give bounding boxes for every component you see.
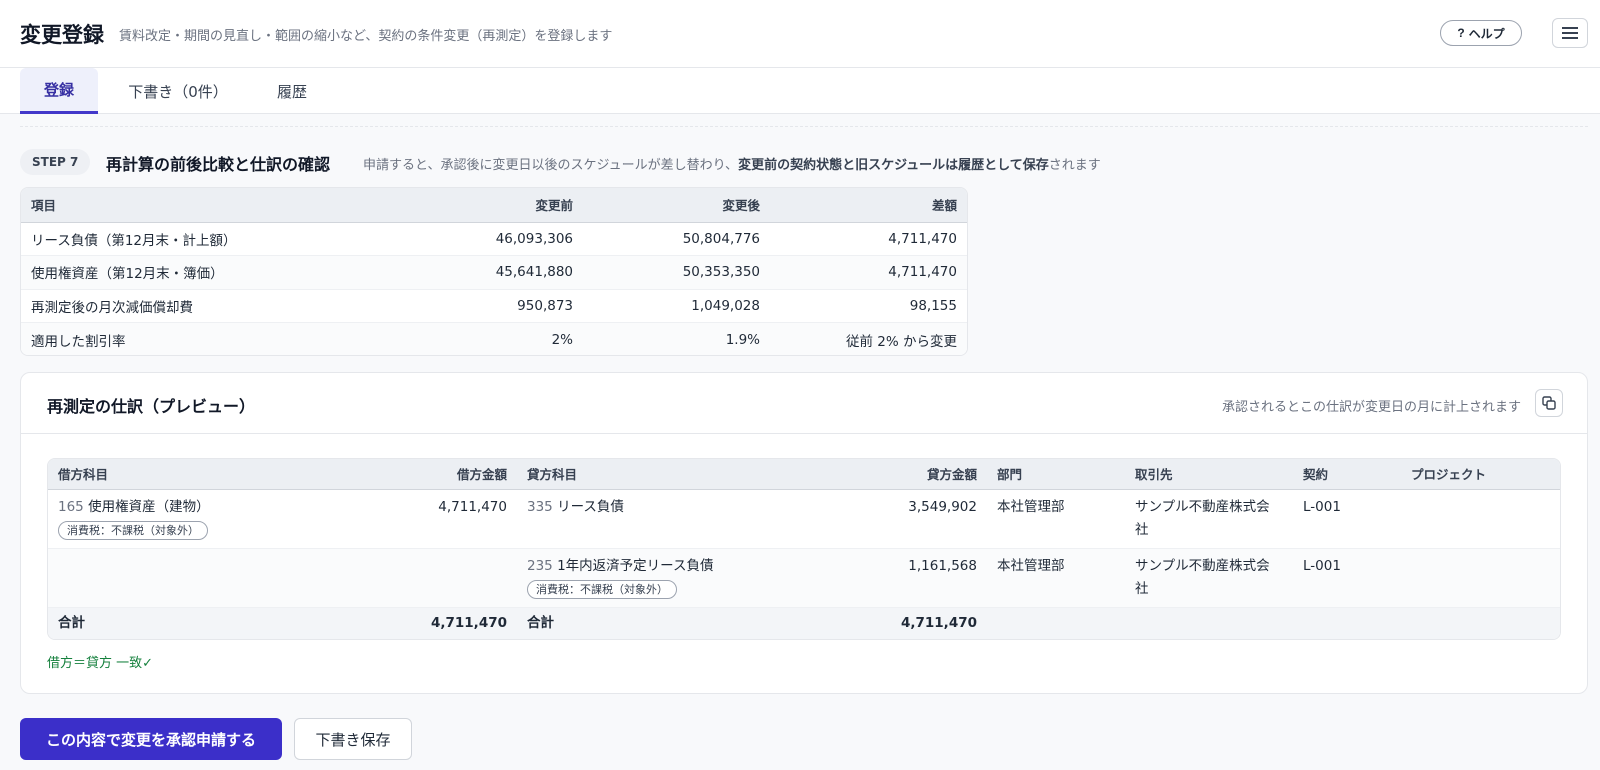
cell-after: 50,353,350	[583, 255, 770, 290]
cell-after: 50,804,776	[583, 222, 770, 256]
cell-project	[1401, 548, 1560, 608]
help-button[interactable]: ? ヘルプ	[1440, 20, 1522, 46]
cell-partner: サンプル不動産株式会社	[1125, 548, 1293, 608]
col-header-department: 部門	[987, 459, 1125, 490]
step-desc-suffix: されます	[1048, 158, 1101, 173]
menu-button[interactable]	[1552, 18, 1588, 48]
total-credit-label: 合計	[517, 606, 758, 639]
balance-status: 借方＝貸方 一致✓	[47, 656, 154, 671]
total-debit-label: 合計	[48, 606, 288, 639]
col-header-item: 項目	[21, 188, 361, 223]
step-badge: STEP 7	[20, 149, 91, 175]
debit-account-name: 使用権資産（建物）	[88, 498, 210, 515]
tab-bar: 登録 下書き（0件） 履歴	[0, 68, 1600, 114]
table-row: 使用権資産（第12月末・簿価） 45,641,880 50,353,350 4,…	[21, 255, 967, 290]
cell-before: 2%	[361, 322, 583, 355]
col-header-diff: 差額	[770, 188, 967, 223]
journal-table: 借方科目 借方金額 貸方科目 貸方金額 部門 取引先 契約 プロジェクト 165…	[47, 458, 1561, 640]
journal-title: 再測定の仕訳（プレビュー）	[47, 397, 256, 416]
tab-drafts[interactable]: 下書き（0件）	[110, 68, 246, 114]
journal-note: 承認されるとこの仕訳が変更日の月に計上されます	[1221, 400, 1521, 415]
col-header-before: 変更前	[361, 188, 583, 223]
cell-partner: サンプル不動産株式会社	[1125, 489, 1293, 549]
cell-credit-amount: 1,161,568	[758, 548, 987, 608]
journal-preview-card: 再測定の仕訳（プレビュー） 承認されるとこの仕訳が変更日の月に計上されます 借方…	[20, 372, 1588, 694]
total-credit-amount: 4,711,470	[758, 606, 987, 639]
col-header-credit-account: 貸方科目	[517, 459, 758, 490]
cell-item: 再測定後の月次減価償却費	[21, 289, 361, 323]
step-title: 再計算の前後比較と仕訳の確認	[106, 155, 331, 174]
col-header-credit-amount: 貸方金額	[758, 459, 987, 490]
cell-item: 適用した割引率	[21, 322, 361, 355]
cell-debit-amount	[288, 548, 517, 608]
tax-badge: 消費税：不課税（対象外）	[58, 520, 208, 540]
cell-debit-account	[48, 548, 288, 608]
divider	[20, 126, 1588, 127]
page-subtitle: 賃料改定・期間の見直し・範囲の縮小など、契約の条件変更（再測定）を登録します	[119, 29, 613, 44]
table-row: 235 1年内返済予定リース負債 消費税：不課税（対象外） 1,161,568 …	[48, 548, 1560, 608]
cell-before: 46,093,306	[361, 222, 583, 256]
step-desc-bold: 変更前の契約状態と旧スケジュールは履歴として保存	[738, 158, 1049, 173]
cell-after: 1.9%	[583, 322, 770, 355]
debit-account-code: 165	[58, 498, 84, 515]
col-header-partner: 取引先	[1125, 459, 1293, 490]
cell-debit-amount: 4,711,470	[288, 489, 517, 549]
cell-diff: 98,155	[770, 289, 967, 323]
tab-history[interactable]: 履歴	[262, 68, 322, 114]
cell-credit-account: 335 リース負債	[517, 489, 758, 549]
page-title: 変更登録	[20, 23, 104, 47]
table-row: 再測定後の月次減価償却費 950,873 1,049,028 98,155	[21, 289, 967, 323]
cell-credit-amount: 3,549,902	[758, 489, 987, 549]
help-label: ヘルプ	[1468, 26, 1505, 41]
cell-item: リース負債（第12月末・計上額）	[21, 222, 361, 256]
col-header-debit-amount: 借方金額	[288, 459, 517, 490]
cell-contract: L-001	[1293, 489, 1401, 549]
cell-after: 1,049,028	[583, 289, 770, 323]
cell-before: 950,873	[361, 289, 583, 323]
cell-project	[1401, 489, 1560, 549]
save-draft-button[interactable]: 下書き保存	[294, 718, 412, 760]
copy-button[interactable]	[1535, 389, 1563, 417]
cell-contract: L-001	[1293, 548, 1401, 608]
help-icon: ?	[1457, 26, 1465, 40]
cell-diff: 従前 2% から変更	[770, 322, 967, 355]
col-header-after: 変更後	[583, 188, 770, 223]
col-header-contract: 契約	[1293, 459, 1401, 490]
hamburger-icon	[1562, 27, 1578, 39]
journal-header: 再測定の仕訳（プレビュー） 承認されるとこの仕訳が変更日の月に計上されます	[21, 373, 1587, 434]
step-desc-prefix: 申請すると、承認後に変更日以後のスケジュールが差し替わり、	[363, 158, 739, 173]
cell-department: 本社管理部	[987, 489, 1125, 549]
credit-account-code: 235	[527, 557, 553, 574]
credit-account-name: リース負債	[557, 498, 624, 515]
total-row: 合計 4,711,470 合計 4,711,470	[48, 606, 1560, 639]
col-header-debit-account: 借方科目	[48, 459, 288, 490]
cell-diff: 4,711,470	[770, 255, 967, 290]
table-row: 適用した割引率 2% 1.9% 従前 2% から変更	[21, 322, 967, 355]
cell-credit-account: 235 1年内返済予定リース負債 消費税：不課税（対象外）	[517, 548, 758, 608]
cell-department: 本社管理部	[987, 548, 1125, 608]
credit-account-code: 335	[527, 498, 553, 515]
total-debit-amount: 4,711,470	[288, 606, 517, 639]
cell-debit-account: 165 使用権資産（建物） 消費税：不課税（対象外）	[48, 489, 288, 549]
cell-item: 使用権資産（第12月末・簿価）	[21, 255, 361, 290]
comparison-table: 項目 変更前 変更後 差額 リース負債（第12月末・計上額） 46,093,30…	[20, 187, 968, 356]
cell-before: 45,641,880	[361, 255, 583, 290]
table-row: リース負債（第12月末・計上額） 46,093,306 50,804,776 4…	[21, 222, 967, 256]
table-row: 165 使用権資産（建物） 消費税：不課税（対象外） 4,711,470 335…	[48, 489, 1560, 549]
credit-account-name: 1年内返済予定リース負債	[557, 557, 714, 574]
tax-badge: 消費税：不課税（対象外）	[527, 579, 677, 599]
submit-approval-button[interactable]: この内容で変更を承認申請する	[20, 718, 282, 760]
col-header-project: プロジェクト	[1401, 459, 1560, 490]
cell-diff: 4,711,470	[770, 222, 967, 256]
copy-icon	[1542, 396, 1556, 410]
tab-register[interactable]: 登録	[20, 68, 98, 114]
page-header: 変更登録 賃料改定・期間の見直し・範囲の縮小など、契約の条件変更（再測定）を登録…	[0, 0, 1600, 68]
step-description: 申請すると、承認後に変更日以後のスケジュールが差し替わり、変更前の契約状態と旧ス…	[363, 154, 1101, 173]
